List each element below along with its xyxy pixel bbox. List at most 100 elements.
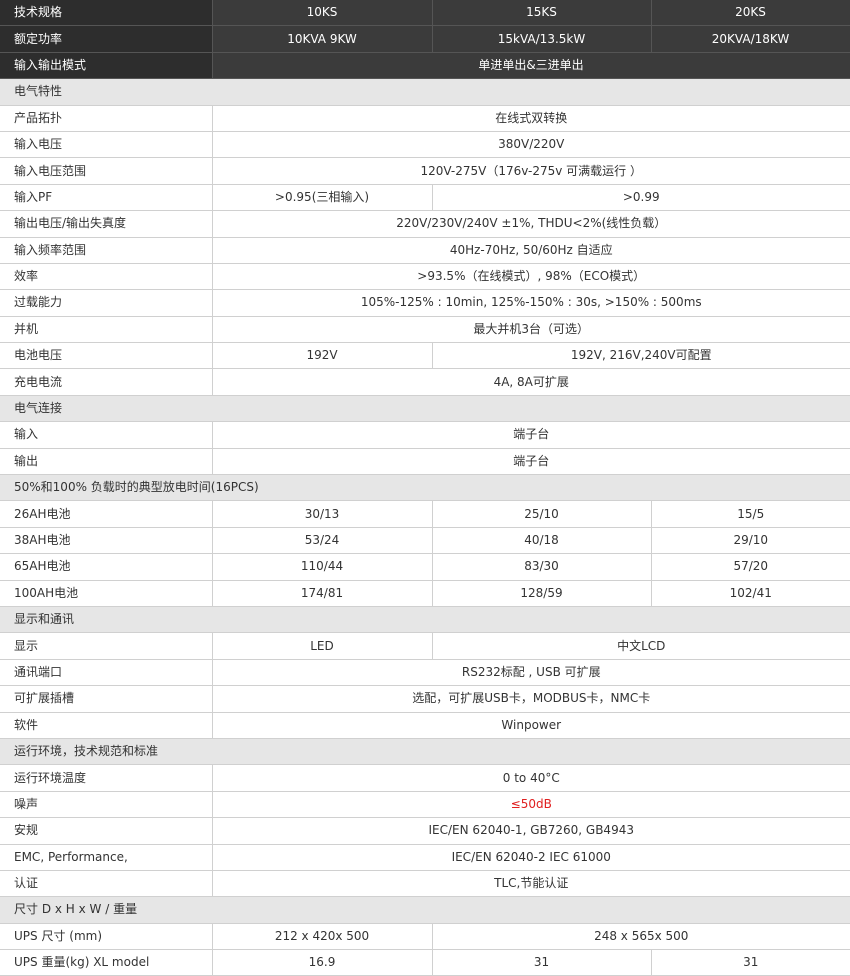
noise-value: ≤50dB xyxy=(212,791,850,819)
row-value: >93.5%（在线模式）, 98%（ECO模式） xyxy=(212,263,850,291)
row-value: 中文LCD xyxy=(432,632,850,660)
row-value: 248 x 565x 500 xyxy=(432,923,850,951)
table-row: 100AH电池 174/81 128/59 102/41 xyxy=(0,580,850,607)
section-title: 电气连接 xyxy=(0,395,850,423)
table-row: 输出电压/输出失真度 220V/230V/240V ±1%, THDU<2%(线性… xyxy=(0,210,850,238)
section-header: 尺寸 D x H x W / 重量 xyxy=(0,896,850,924)
row-label: 65AH电池 xyxy=(0,553,213,581)
row-label: 软件 xyxy=(0,712,213,739)
row-label: 输入频率范围 xyxy=(0,237,213,264)
row-value: 380V/220V xyxy=(212,131,850,159)
table-row: UPS 尺寸 (mm) 212 x 420x 500 248 x 565x 500 xyxy=(0,923,850,951)
row-value: 选配，可扩展USB卡，MODBUS卡，NMC卡 xyxy=(212,685,850,713)
row-value: 15/5 xyxy=(651,500,850,528)
row-label: 并机 xyxy=(0,316,213,344)
table-row: 效率 >93.5%（在线模式）, 98%（ECO模式） xyxy=(0,263,850,291)
table-row: 输出 端子台 xyxy=(0,448,850,476)
section-header: 50%和100% 负载时的典型放电时间(16PCS) xyxy=(0,474,850,502)
row-value: 53/24 xyxy=(212,527,433,555)
row-value: 29/10 xyxy=(651,527,850,555)
row-label: 运行环境温度 xyxy=(0,764,213,792)
row-value: 25/10 xyxy=(432,500,652,528)
row-label: 效率 xyxy=(0,263,213,291)
table-row: EMC, Performance, IEC/EN 62040-2 IEC 6100… xyxy=(0,844,850,871)
power-20ks: 20KVA/18KW xyxy=(651,25,850,53)
row-label: 过载能力 xyxy=(0,289,213,317)
table-row: 产品拓扑 在线式双转换 xyxy=(0,105,850,132)
io-mode-value: 单进单出&三进单出 xyxy=(212,52,850,80)
power-15ks: 15kVA/13.5kW xyxy=(432,25,652,53)
row-value: 在线式双转换 xyxy=(212,105,850,132)
row-value: LED xyxy=(212,632,433,660)
table-row: 软件 Winpower xyxy=(0,712,850,739)
table-row: 输入PF >0.95(三相输入) >0.99 xyxy=(0,184,850,212)
section-title: 50%和100% 负载时的典型放电时间(16PCS) xyxy=(0,474,850,502)
row-label: 充电电流 xyxy=(0,368,213,396)
row-label: 输入电压范围 xyxy=(0,157,213,185)
row-value: 4A, 8A可扩展 xyxy=(212,368,850,396)
row-label: 输入输出模式 xyxy=(0,52,213,80)
table-row: 过载能力 105%-125% : 10min, 125%-150% : 30s, … xyxy=(0,289,850,317)
row-label: 额定功率 xyxy=(0,25,213,53)
table-row: 噪声 ≤50dB xyxy=(0,791,850,819)
table-row: 运行环境温度 0 to 40°C xyxy=(0,764,850,792)
row-value: 128/59 xyxy=(432,580,652,607)
model-10ks: 10KS xyxy=(212,0,433,27)
row-value: 83/30 xyxy=(432,553,652,581)
row-value: >0.95(三相输入) xyxy=(212,184,433,212)
table-row: 输入频率范围 40Hz-70Hz, 50/60Hz 自适应 xyxy=(0,237,850,264)
row-label: 输入PF xyxy=(0,184,213,212)
row-value: 120V-275V（176v-275v 可满载运行 ） xyxy=(212,157,850,185)
section-title: 运行环境，技术规范和标准 xyxy=(0,738,850,766)
row-value: TLC,节能认证 xyxy=(212,870,850,898)
row-value: 212 x 420x 500 xyxy=(212,923,433,951)
table-row: 认证 TLC,节能认证 xyxy=(0,870,850,898)
table-row: 可扩展插槽 选配，可扩展USB卡，MODBUS卡，NMC卡 xyxy=(0,685,850,713)
row-label: EMC, Performance, xyxy=(0,844,213,871)
row-value: 105%-125% : 10min, 125%-150% : 30s, >150… xyxy=(212,289,850,317)
row-value: 110/44 xyxy=(212,553,433,581)
section-title: 尺寸 D x H x W / 重量 xyxy=(0,896,850,924)
row-value: 220V/230V/240V ±1%, THDU<2%(线性负载） xyxy=(212,210,850,238)
row-value: 40Hz-70Hz, 50/60Hz 自适应 xyxy=(212,237,850,264)
row-label: 38AH电池 xyxy=(0,527,213,555)
row-label: 通讯端口 xyxy=(0,659,213,687)
row-value: >0.99 xyxy=(432,184,850,212)
row-label: 噪声 xyxy=(0,791,213,819)
row-value: 0 to 40°C xyxy=(212,764,850,792)
row-value: IEC/EN 62040-2 IEC 61000 xyxy=(212,844,850,871)
header-row-power: 额定功率 10KVA 9KW 15kVA/13.5kW 20KVA/18KW xyxy=(0,25,850,53)
spec-table: 技术规格 10KS 15KS 20KS 额定功率 10KVA 9KW 15kVA… xyxy=(0,0,850,976)
section-header: 显示和通讯 xyxy=(0,606,850,634)
row-label: 输入电压 xyxy=(0,131,213,159)
table-row: 38AH电池 53/24 40/18 29/10 xyxy=(0,527,850,555)
row-value: 174/81 xyxy=(212,580,433,607)
row-value: 30/13 xyxy=(212,500,433,528)
row-value: 40/18 xyxy=(432,527,652,555)
section-header: 运行环境，技术规范和标准 xyxy=(0,738,850,766)
row-value: IEC/EN 62040-1, GB7260, GB4943 xyxy=(212,817,850,845)
section-header: 电气连接 xyxy=(0,395,850,423)
row-value: 192V, 216V,240V可配置 xyxy=(432,342,850,370)
table-row: 显示 LED 中文LCD xyxy=(0,632,850,660)
row-value: 57/20 xyxy=(651,553,850,581)
table-row: 输入 端子台 xyxy=(0,421,850,449)
table-row: 充电电流 4A, 8A可扩展 xyxy=(0,368,850,396)
row-label: 电池电压 xyxy=(0,342,213,370)
table-row: 输入电压 380V/220V xyxy=(0,131,850,159)
row-label: UPS 尺寸 (mm) xyxy=(0,923,213,951)
row-value: 端子台 xyxy=(212,448,850,476)
section-header: 电气特性 xyxy=(0,78,850,106)
power-10ks: 10KVA 9KW xyxy=(212,25,433,53)
row-label: 100AH电池 xyxy=(0,580,213,607)
row-label: 输入 xyxy=(0,421,213,449)
row-value: Winpower xyxy=(212,712,850,739)
row-label: 技术规格 xyxy=(0,0,213,27)
table-row: 输入电压范围 120V-275V（176v-275v 可满载运行 ） xyxy=(0,157,850,185)
model-20ks: 20KS xyxy=(651,0,850,27)
row-label: 显示 xyxy=(0,632,213,660)
row-value: 192V xyxy=(212,342,433,370)
table-row: 通讯端口 RS232标配 , USB 可扩展 xyxy=(0,659,850,687)
row-label: 输出 xyxy=(0,448,213,476)
section-title: 显示和通讯 xyxy=(0,606,850,634)
